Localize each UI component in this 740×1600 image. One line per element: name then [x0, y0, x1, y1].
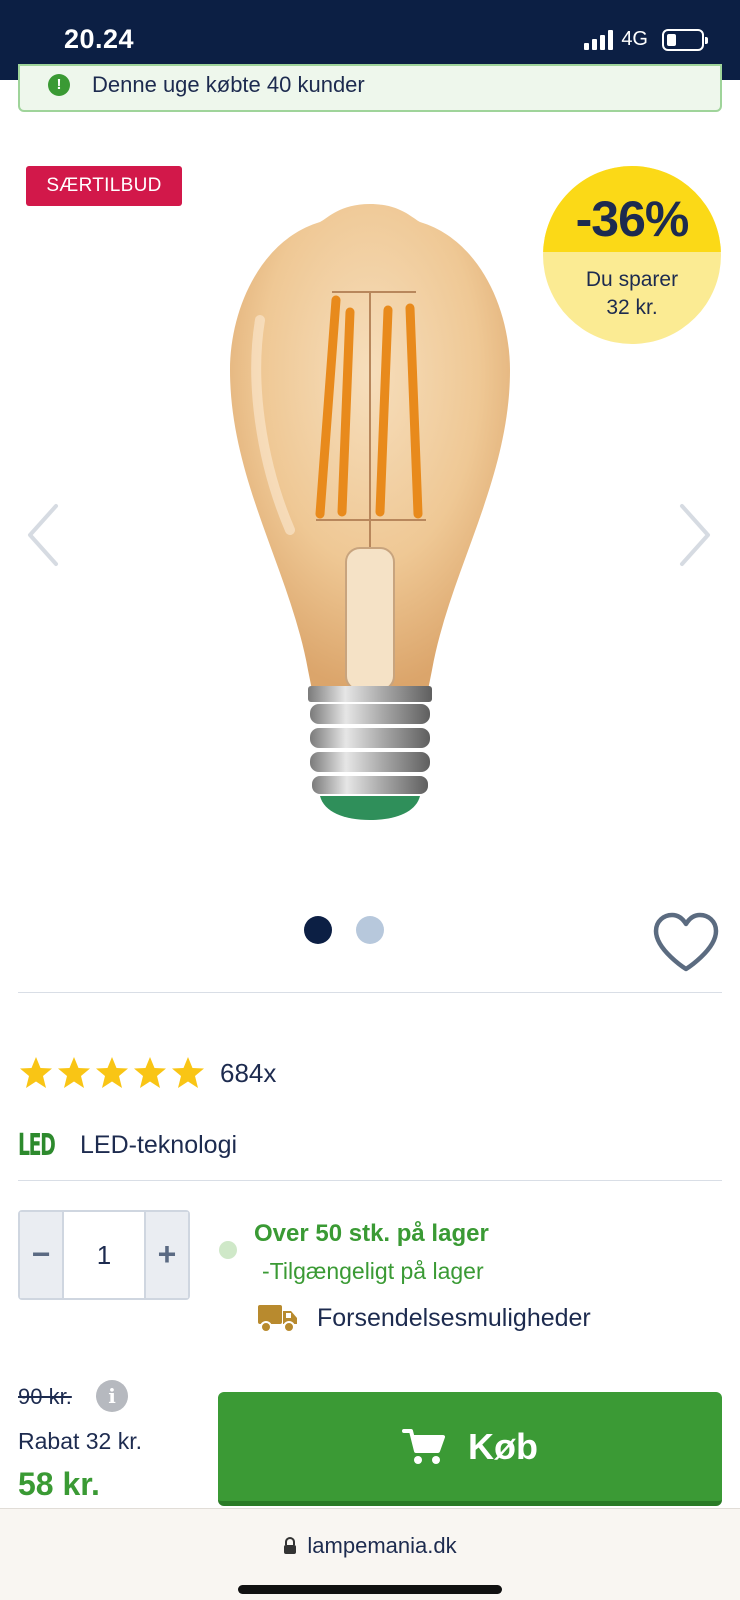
product-image-bulb[interactable]: [220, 200, 520, 850]
home-indicator[interactable]: [238, 1585, 502, 1594]
cart-icon: [402, 1428, 445, 1464]
purchase-notice-banner: ! Denne uge købte 40 kunder: [18, 64, 722, 112]
gallery-dot-2[interactable]: [356, 916, 384, 944]
product-rating[interactable]: 684x: [18, 1056, 276, 1090]
network-label: 4G: [621, 28, 648, 50]
star-icon: [20, 1057, 52, 1088]
shipping-label: Forsendelsesmuligheder: [317, 1303, 591, 1332]
shipping-options-link[interactable]: Forsendelsesmuligheder: [257, 1302, 591, 1334]
browser-address-bar: lampemania.dk: [0, 1508, 740, 1600]
divider: [18, 992, 722, 993]
feature-led: LED LED-teknologi: [18, 1128, 237, 1163]
notice-icon: !: [48, 74, 70, 96]
discount-badge: -36% Du sparer 32 kr.: [543, 166, 721, 344]
url-field[interactable]: lampemania.dk: [0, 1533, 740, 1559]
star-icon: [58, 1057, 90, 1088]
lock-icon: [284, 1537, 297, 1554]
quantity-decrease-button[interactable]: −: [20, 1212, 62, 1298]
truck-icon: [258, 1305, 297, 1333]
discount-amount: Rabat 32 kr.: [18, 1428, 143, 1454]
star-icon: [96, 1057, 128, 1088]
current-price: 58 kr.: [18, 1466, 100, 1502]
signal-icon: [584, 29, 614, 50]
discount-savings: Du sparer 32 kr.: [585, 268, 679, 319]
divider: [18, 1180, 722, 1181]
quantity-stepper: − 1 +: [18, 1210, 190, 1300]
quantity-input[interactable]: 1: [62, 1212, 146, 1298]
gallery-pagination: [0, 916, 740, 944]
star-icon: [134, 1057, 166, 1088]
favorite-heart-icon[interactable]: [652, 912, 720, 974]
url-text: lampemania.dk: [307, 1533, 457, 1558]
battery-icon: [662, 28, 708, 51]
gallery-prev-arrow-icon[interactable]: [24, 500, 64, 570]
notice-text: Denne uge købte 40 kunder: [92, 72, 365, 97]
status-time: 20.24: [64, 24, 135, 54]
gallery-dot-1[interactable]: [304, 916, 332, 944]
star-icon: [172, 1057, 204, 1088]
stock-status-dot: [219, 1241, 237, 1259]
quantity-increase-button[interactable]: +: [146, 1212, 188, 1298]
stock-subtitle: -Tilgængeligt på lager: [262, 1258, 484, 1284]
rating-count: 684x: [220, 1057, 277, 1088]
feature-label: LED-teknologi: [80, 1131, 238, 1159]
stock-title: Over 50 stk. på lager: [254, 1220, 489, 1247]
special-offer-badge: SÆRTILBUD: [26, 166, 182, 206]
discount-percent: -36%: [575, 191, 690, 247]
buy-button[interactable]: Køb: [218, 1392, 722, 1506]
info-icon[interactable]: i: [96, 1380, 128, 1412]
old-price: 90 kr.: [18, 1384, 72, 1409]
led-logo-icon: LED: [18, 1128, 56, 1163]
gallery-next-arrow-icon[interactable]: [674, 500, 714, 570]
buy-label: Køb: [468, 1425, 538, 1467]
status-indicators: 4G: [584, 28, 708, 51]
